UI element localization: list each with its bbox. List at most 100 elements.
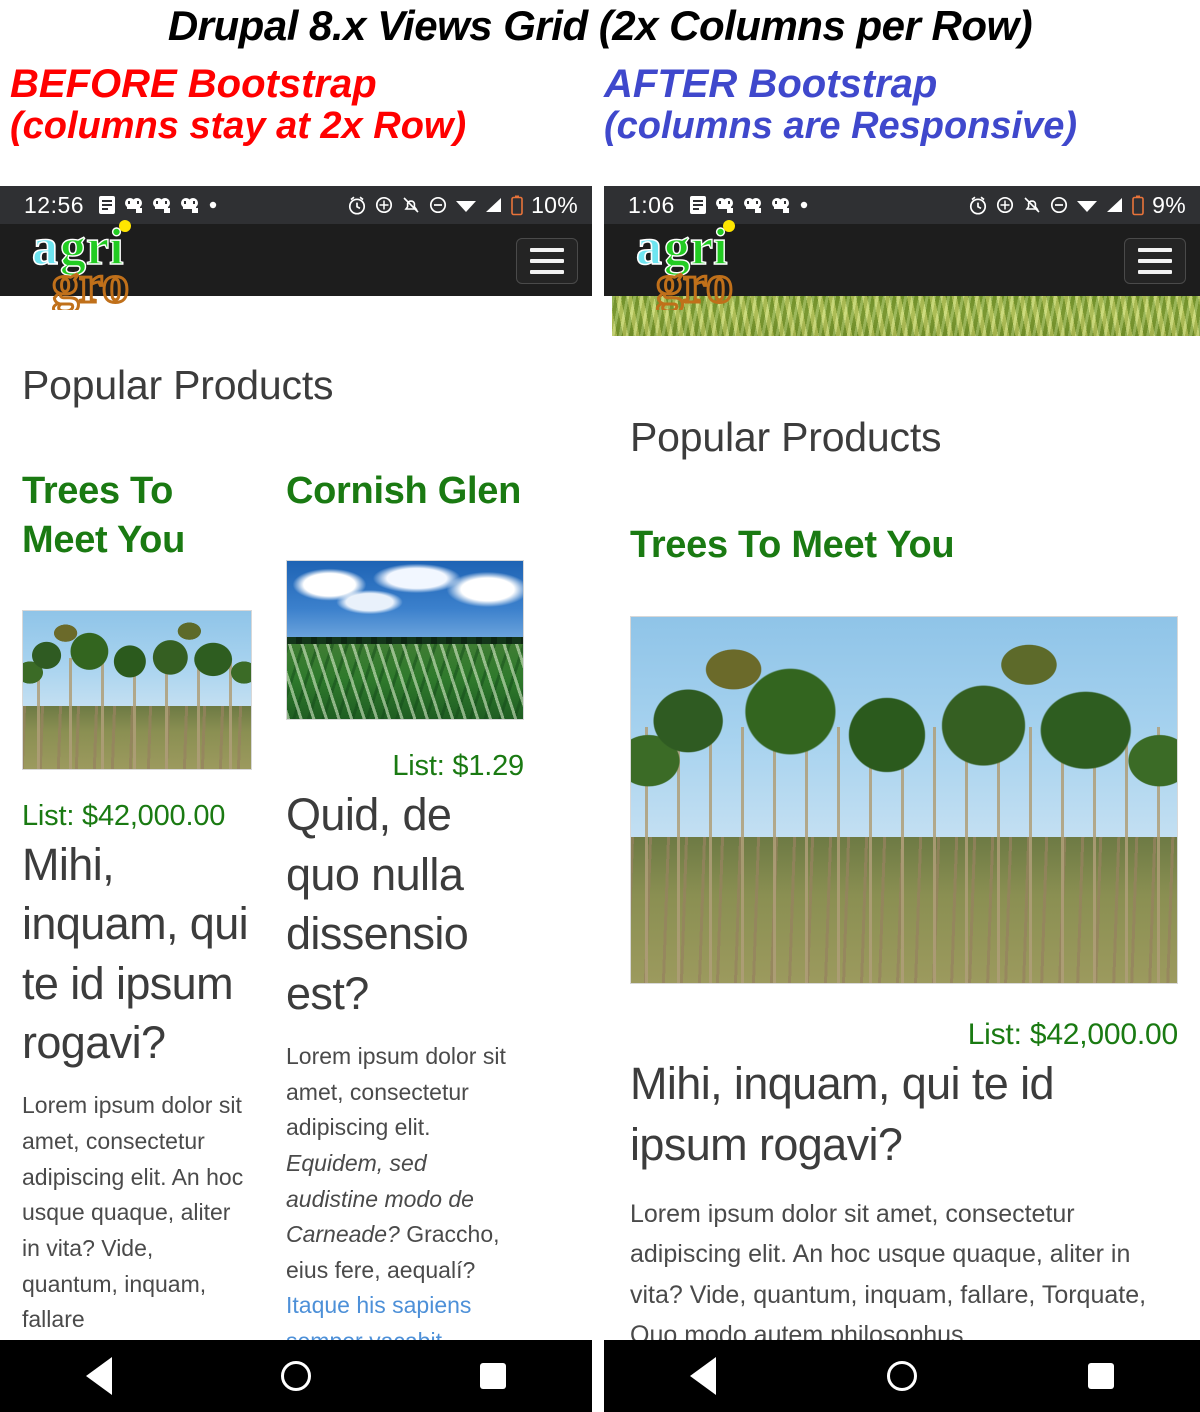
product-price: List: $1.29 xyxy=(392,750,524,783)
home-circle-icon xyxy=(280,1361,311,1391)
svg-text:gro: gro xyxy=(656,254,733,310)
alarm-icon xyxy=(968,195,988,216)
views-grid-1col: Trees To Meet You List: $42,000.00 Mihi,… xyxy=(630,521,1178,1356)
home-button[interactable] xyxy=(251,1340,341,1412)
hamburger-bar xyxy=(1138,259,1172,263)
back-button[interactable] xyxy=(54,1340,144,1412)
wifi-icon xyxy=(1076,196,1098,214)
agrigro-logo[interactable]: a gri gro xyxy=(634,218,784,310)
before-caption: BEFORE Bootstrap (columns stay at 2x Row… xyxy=(10,64,600,146)
dot-icon xyxy=(799,200,809,210)
back-triangle-icon xyxy=(690,1357,717,1395)
grid-cell: Trees To Meet You List: $42,000.00 Mihi,… xyxy=(22,467,252,1360)
bell-off-icon xyxy=(1022,195,1042,215)
hamburger-menu-button[interactable] xyxy=(1124,238,1186,284)
grid-cell: Cornish Glen List: $1.29 Quid, de quo nu… xyxy=(286,467,524,1360)
hamburger-menu-button[interactable] xyxy=(516,238,578,284)
chat-icon xyxy=(180,195,200,215)
grid-cell: Trees To Meet You List: $42,000.00 Mihi,… xyxy=(630,521,1178,1356)
back-button[interactable] xyxy=(658,1340,748,1412)
phone-screenshot-after: 1:06 9% a gri gro Popular Products Trees… xyxy=(604,186,1200,1412)
figure-title: Drupal 8.x Views Grid (2x Columns per Ro… xyxy=(167,2,1033,49)
section-title: Popular Products xyxy=(630,414,942,460)
phone-screenshot-before: 12:56 10% a gri gro Popular Products Tre… xyxy=(0,186,592,1412)
before-caption-line2: (columns stay at 2x Row) xyxy=(10,104,467,147)
product-heading: Mihi, inquam, qui te id ipsum rogavi? xyxy=(22,838,249,1068)
product-price: List: $42,000.00 xyxy=(967,1018,1179,1052)
hamburger-bar xyxy=(1138,248,1172,252)
location-icon xyxy=(995,195,1015,215)
notes-icon xyxy=(689,195,707,215)
after-caption-line1: AFTER Bootstrap xyxy=(604,62,938,106)
product-heading: Quid, de quo nulla dissensio est? xyxy=(286,789,469,1019)
android-navbar-left xyxy=(0,1340,592,1412)
status-notification-icons xyxy=(98,195,218,215)
hamburger-bar xyxy=(530,248,564,252)
product-image[interactable] xyxy=(22,609,252,770)
dnd-icon xyxy=(1049,195,1069,215)
status-clock: 1:06 xyxy=(628,191,675,218)
section-title: Popular Products xyxy=(22,362,334,408)
status-system-icons: 10% xyxy=(347,192,578,219)
status-system-icons: 9% xyxy=(968,192,1186,219)
product-title[interactable]: Trees To Meet You xyxy=(22,467,252,566)
home-button[interactable] xyxy=(857,1340,947,1412)
chat-icon xyxy=(771,195,791,215)
status-clock: 12:56 xyxy=(24,191,85,218)
dnd-icon xyxy=(428,195,448,215)
recents-button[interactable] xyxy=(448,1340,538,1412)
chat-icon xyxy=(124,195,144,215)
agrigro-logo[interactable]: a gri gro xyxy=(30,218,180,310)
back-triangle-icon xyxy=(85,1357,112,1395)
after-caption: AFTER Bootstrap (columns are Responsive) xyxy=(604,64,1200,146)
signal-icon xyxy=(484,196,504,214)
views-grid-2col: Trees To Meet You List: $42,000.00 Mihi,… xyxy=(22,467,570,1360)
figure-subtitles: BEFORE Bootstrap (columns stay at 2x Row… xyxy=(0,64,1200,184)
before-caption-line1: BEFORE Bootstrap xyxy=(10,62,377,106)
screenshot-root: Drupal 8.x Views Grid (2x Columns per Ro… xyxy=(0,0,1200,1412)
svg-text:gro: gro xyxy=(52,254,129,310)
chat-icon xyxy=(743,195,763,215)
hamburger-bar xyxy=(530,270,564,274)
status-notification-icons xyxy=(689,195,809,215)
chat-icon xyxy=(152,195,172,215)
product-body: Lorem ipsum dolor sit amet, consectetur … xyxy=(286,1039,524,1360)
battery-percent: 9% xyxy=(1152,191,1186,218)
battery-icon xyxy=(1132,195,1144,216)
dot-icon xyxy=(208,200,218,210)
product-heading: Mihi, inquam, qui te id ipsum rogavi? xyxy=(630,1058,1055,1171)
alarm-icon xyxy=(347,195,367,216)
after-caption-line2: (columns are Responsive) xyxy=(604,104,1078,147)
product-image[interactable] xyxy=(630,616,1178,985)
notes-icon xyxy=(98,195,116,215)
product-image[interactable] xyxy=(286,560,524,721)
product-body: Lorem ipsum dolor sit amet, consectetur … xyxy=(22,1092,244,1333)
page-content-left: Popular Products Trees To Meet You List:… xyxy=(0,296,592,1360)
chat-icon xyxy=(715,195,735,215)
bell-off-icon xyxy=(401,195,421,215)
battery-icon xyxy=(511,195,523,216)
product-title[interactable]: Cornish Glen xyxy=(286,467,524,516)
photo-crop-field xyxy=(287,643,523,720)
location-icon xyxy=(374,195,394,215)
product-title[interactable]: Trees To Meet You xyxy=(630,521,1178,570)
hamburger-bar xyxy=(530,259,564,263)
body-text-plain: Lorem ipsum dolor sit amet, consectetur … xyxy=(286,1042,506,1141)
site-header-right: a gri gro xyxy=(604,218,1200,310)
recents-square-icon xyxy=(1087,1363,1114,1389)
wifi-icon xyxy=(455,196,477,214)
recents-square-icon xyxy=(480,1363,507,1389)
recents-button[interactable] xyxy=(1056,1340,1146,1412)
home-circle-icon xyxy=(886,1361,917,1391)
photo-canopy xyxy=(23,617,251,719)
product-price: List: $42,000.00 xyxy=(22,799,226,832)
android-navbar-right xyxy=(604,1340,1200,1412)
page-content-right: Popular Products Trees To Meet You List:… xyxy=(604,336,1200,1356)
product-body: Lorem ipsum dolor sit amet, consectetur … xyxy=(630,1199,1147,1350)
site-header-left: a gri gro xyxy=(0,218,592,310)
signal-icon xyxy=(1105,196,1125,214)
photo-sky xyxy=(287,561,523,641)
hamburger-bar xyxy=(1138,270,1172,274)
battery-percent: 10% xyxy=(531,191,578,218)
photo-canopy xyxy=(631,632,1177,867)
